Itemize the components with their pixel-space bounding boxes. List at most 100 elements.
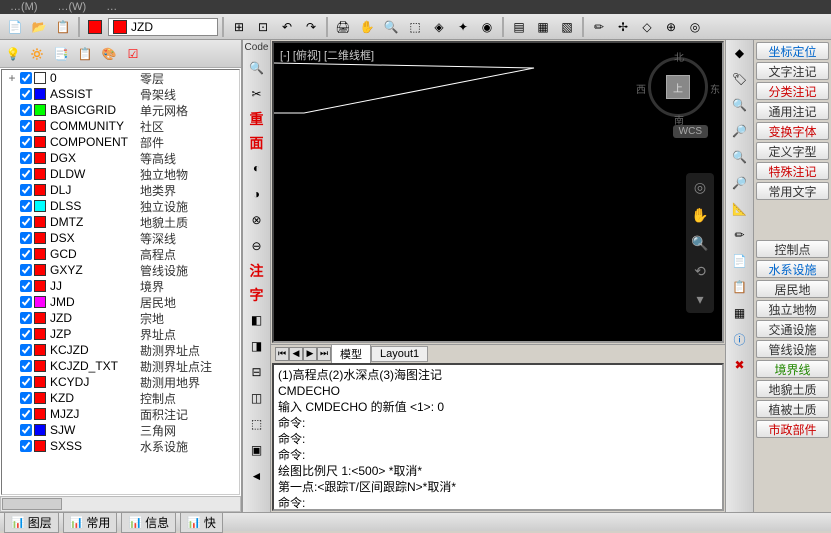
- tool-button[interactable]: ▦: [532, 16, 554, 38]
- menu-item[interactable]: …: [106, 1, 117, 13]
- panel-button[interactable]: 地貌土质: [756, 380, 829, 398]
- layer-visibility-checkbox[interactable]: [20, 232, 32, 244]
- tool-icon[interactable]: 📐: [729, 198, 751, 220]
- layer-color-swatch[interactable]: [34, 408, 46, 420]
- tool-icon[interactable]: 🔎: [729, 172, 751, 194]
- layer-visibility-checkbox[interactable]: [20, 152, 32, 164]
- undo-button[interactable]: ↶: [276, 16, 298, 38]
- tab-first[interactable]: ⏮: [275, 347, 289, 361]
- layer-visibility-checkbox[interactable]: [20, 296, 32, 308]
- layer-row[interactable]: KCJZD 勘测界址点: [2, 342, 239, 358]
- tool-button[interactable]: ◇: [636, 16, 658, 38]
- tool-icon[interactable]: ▦: [729, 302, 751, 324]
- tool-button[interactable]: ⊞: [228, 16, 250, 38]
- layer-visibility-checkbox[interactable]: [20, 136, 32, 148]
- layer-row[interactable]: DMTZ 地貌土质: [2, 214, 239, 230]
- panel-button[interactable]: 交通设施: [756, 320, 829, 338]
- layer-color-swatch[interactable]: [34, 312, 46, 324]
- code-tab[interactable]: Code: [245, 42, 269, 53]
- layer-color-swatch[interactable]: [34, 280, 46, 292]
- layer-row[interactable]: DLDW 独立地物: [2, 166, 239, 182]
- layer-visibility-checkbox[interactable]: [20, 216, 32, 228]
- tool-icon[interactable]: 📄: [729, 250, 751, 272]
- panel-button[interactable]: 坐标定位: [756, 42, 829, 60]
- layer-row[interactable]: SXSS 水系设施: [2, 438, 239, 454]
- layer-color-swatch[interactable]: [34, 344, 46, 356]
- layer-tool[interactable]: 💡: [2, 43, 24, 65]
- layer-color-swatch[interactable]: [34, 360, 46, 372]
- panel-button[interactable]: 水系设施: [756, 260, 829, 278]
- tool-button[interactable]: ⊕: [660, 16, 682, 38]
- tool-button[interactable]: ◎: [684, 16, 706, 38]
- panel-button[interactable]: 控制点: [756, 240, 829, 258]
- layer-row[interactable]: KZD 控制点: [2, 390, 239, 406]
- tool-icon[interactable]: ⊟: [246, 361, 268, 383]
- tool-button[interactable]: ▤: [508, 16, 530, 38]
- layer-visibility-checkbox[interactable]: [20, 360, 32, 372]
- layer-visibility-checkbox[interactable]: [20, 280, 32, 292]
- bottom-tab[interactable]: 📊 快: [180, 512, 223, 533]
- layer-visibility-checkbox[interactable]: [20, 328, 32, 340]
- vert-char[interactable]: 字: [250, 285, 264, 305]
- layer-row[interactable]: JZD 宗地: [2, 310, 239, 326]
- layer-visibility-checkbox[interactable]: [20, 376, 32, 388]
- tool-icon[interactable]: ⊗: [246, 209, 268, 231]
- layer-color-swatch[interactable]: [34, 104, 46, 116]
- tool-icon[interactable]: 🔍: [729, 94, 751, 116]
- layer-row[interactable]: JMD 居民地: [2, 294, 239, 310]
- layer-color-swatch[interactable]: [34, 216, 46, 228]
- layer-color-swatch[interactable]: [34, 232, 46, 244]
- tool-button[interactable]: ✏: [588, 16, 610, 38]
- tool-icon[interactable]: ▣: [246, 439, 268, 461]
- tool-icon[interactable]: ◧: [246, 309, 268, 331]
- tool-icon[interactable]: ◫: [246, 387, 268, 409]
- layer-color-swatch[interactable]: [34, 296, 46, 308]
- menu-item[interactable]: …(W): [58, 1, 87, 13]
- tab-prev[interactable]: ◀: [289, 347, 303, 361]
- panel-button[interactable]: 文字注记: [756, 62, 829, 80]
- layer-row[interactable]: COMMUNITY 社区: [2, 118, 239, 134]
- tool-button[interactable]: ◉: [476, 16, 498, 38]
- wcs-badge[interactable]: WCS: [673, 125, 708, 138]
- layer-list[interactable]: + 0 零层 ASSIST 骨架线 BASICGRID 单元网格 COMMUNI…: [1, 69, 240, 495]
- layer-row[interactable]: ASSIST 骨架线: [2, 86, 239, 102]
- panel-button[interactable]: 特殊注记: [756, 162, 829, 180]
- tool-button[interactable]: ◈: [428, 16, 450, 38]
- layer-color-swatch[interactable]: [84, 16, 106, 38]
- layer-row[interactable]: JZP 界址点: [2, 326, 239, 342]
- layer-visibility-checkbox[interactable]: [20, 184, 32, 196]
- panel-button[interactable]: 定义字型: [756, 142, 829, 160]
- layer-color-swatch[interactable]: [34, 264, 46, 276]
- delete-icon[interactable]: ✖: [729, 354, 751, 376]
- nav-bar[interactable]: ◎ ✋ 🔍 ⟲ ▾: [686, 173, 714, 313]
- layer-tool[interactable]: 🔅: [26, 43, 48, 65]
- layer-color-swatch[interactable]: [34, 184, 46, 196]
- panel-button[interactable]: 分类注记: [756, 82, 829, 100]
- viewcube-top[interactable]: 上: [666, 75, 690, 99]
- tool-icon[interactable]: 🔍: [246, 57, 268, 79]
- panel-button[interactable]: 市政部件: [756, 420, 829, 438]
- layer-row[interactable]: KCJZD_TXT 勘测界址点注: [2, 358, 239, 374]
- layer-row[interactable]: GCD 高程点: [2, 246, 239, 262]
- drawing-canvas[interactable]: [-] [俯视] [二维线框] 上 北 东 南 西 WCS ◎ ✋ 🔍 ⟲ ▾: [272, 41, 724, 343]
- layer-visibility-checkbox[interactable]: [20, 104, 32, 116]
- tool-button[interactable]: ✦: [452, 16, 474, 38]
- layer-visibility-checkbox[interactable]: [20, 440, 32, 452]
- nav-more-icon[interactable]: ▾: [690, 289, 710, 309]
- current-layer-dropdown[interactable]: JZD: [108, 18, 218, 36]
- layer-row[interactable]: MJZJ 面积注记: [2, 406, 239, 422]
- zoom-button[interactable]: 🔍: [380, 16, 402, 38]
- tool-icon[interactable]: ◆: [729, 42, 751, 64]
- layer-row[interactable]: GXYZ 管线设施: [2, 262, 239, 278]
- layer-visibility-checkbox[interactable]: [20, 248, 32, 260]
- layer-row[interactable]: KCYDJ 勘测用地界: [2, 374, 239, 390]
- layer-tool[interactable]: 📋: [74, 43, 96, 65]
- layer-color-swatch[interactable]: [34, 248, 46, 260]
- tool-icon[interactable]: 🏷: [729, 68, 751, 90]
- nav-pan-icon[interactable]: ✋: [690, 205, 710, 225]
- info-icon[interactable]: ⓘ: [729, 328, 751, 350]
- layer-tool[interactable]: 🎨: [98, 43, 120, 65]
- tab-model[interactable]: 模型: [331, 344, 371, 364]
- panel-button[interactable]: 独立地物: [756, 300, 829, 318]
- panel-button[interactable]: 变换字体: [756, 122, 829, 140]
